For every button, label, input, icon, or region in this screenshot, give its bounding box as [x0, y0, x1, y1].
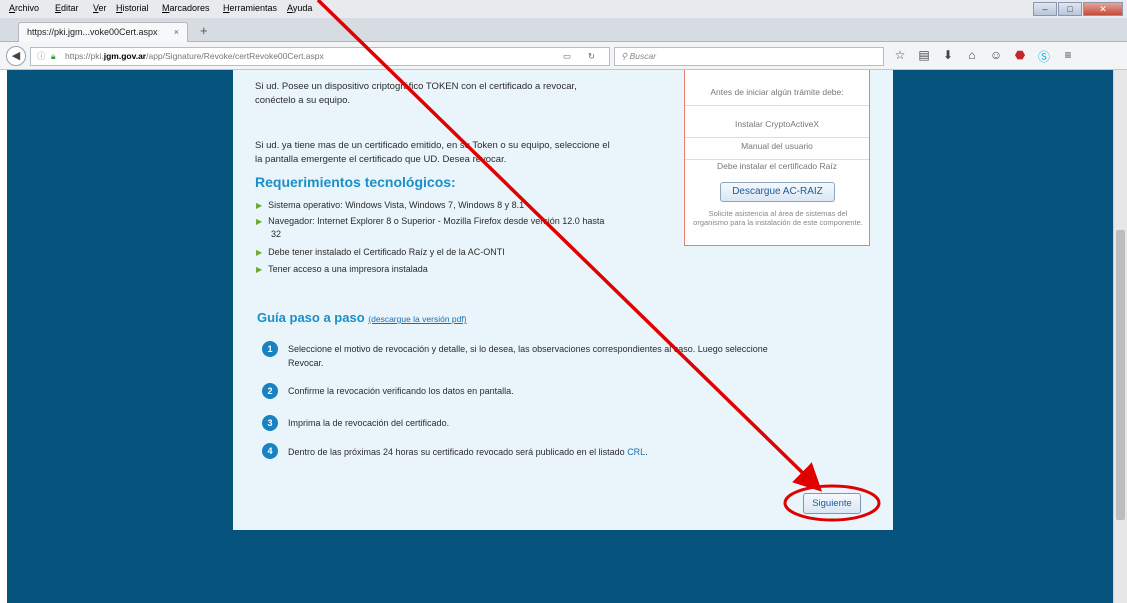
- requirement-item: ▶ Tener acceso a una impresora instalada: [256, 264, 428, 274]
- tab-bar: https://pki.jgm...voke00Cert.aspx × +: [0, 18, 1127, 43]
- intro-line-3: Si ud. ya tiene mas de un certificado em…: [255, 140, 610, 151]
- menu-archivo[interactable]: Archivo: [9, 3, 39, 13]
- install-cryptoactivex-link[interactable]: Instalar CryptoActiveX: [685, 116, 869, 138]
- step-number-icon: 4: [262, 443, 278, 459]
- info-icon[interactable]: ⓘ: [37, 48, 46, 65]
- back-arrow-icon[interactable]: ◀: [6, 46, 26, 66]
- intro-line-4: la pantalla emergente el certificado que…: [255, 154, 507, 165]
- clipboard-icon[interactable]: ▤: [912, 48, 936, 65]
- step-number-icon: 1: [262, 341, 278, 357]
- search-input[interactable]: ⚲ Buscar: [614, 47, 884, 66]
- requirement-item: ▶ Navegador: Internet Explorer 8 o Superi…: [256, 216, 605, 226]
- guide-heading: Guía paso a paso (descargue la versión p…: [257, 310, 467, 325]
- requirement-item: ▶ Debe tener instalado el Certificado Raí…: [256, 247, 505, 257]
- vertical-scrollbar[interactable]: [1113, 70, 1127, 603]
- intro-line-1: Si ud. Posee un dispositivo criptográfic…: [255, 81, 577, 92]
- new-tab-icon[interactable]: +: [200, 23, 208, 38]
- crl-link[interactable]: CRL: [627, 447, 645, 457]
- step-number-icon: 3: [262, 415, 278, 431]
- bullet-arrow-icon: ▶: [256, 201, 263, 210]
- menu-ayuda[interactable]: Ayuda: [287, 3, 312, 13]
- tab-title: https://pki.jgm...voke00Cert.aspx: [27, 27, 158, 37]
- sidebox-intro: Antes de iniciar algún trámite debe:: [685, 88, 869, 106]
- lock-icon[interactable]: 🔒︎: [51, 48, 56, 65]
- bullet-arrow-icon: ▶: [256, 248, 263, 257]
- intro-line-2: conéctelo a su equipo.: [255, 95, 351, 106]
- requirements-sidebox: Antes de iniciar algún trámite debe: Ins…: [684, 70, 870, 246]
- url-bar[interactable]: ⓘ 🔒︎ https://pki.jgm.gov.ar/app/Signatur…: [30, 47, 610, 66]
- next-button[interactable]: Siguiente: [803, 493, 861, 514]
- install-root-cert-text: Debe instalar el certificado Raíz: [716, 161, 837, 171]
- step-number-icon: 2: [262, 383, 278, 399]
- window-controls: – □ ✕: [1032, 2, 1123, 16]
- menu-ver[interactable]: Ver: [93, 3, 107, 13]
- download-icon[interactable]: ⬇: [936, 48, 960, 65]
- menu-herramientas[interactable]: Herramientas: [223, 3, 277, 13]
- assistance-note: Solicite asistencia al área de sistemas …: [693, 209, 863, 227]
- bullet-arrow-icon: ▶: [256, 265, 263, 274]
- requirement-item-continued: 32: [271, 229, 282, 239]
- step-1-text: Seleccione el motivo de revocación y det…: [288, 344, 768, 354]
- requirements-heading: Requerimientos tecnológicos:: [255, 174, 456, 190]
- download-ac-raiz-button[interactable]: Descargue AC-RAIZ: [720, 182, 835, 202]
- search-placeholder: Buscar: [629, 51, 657, 61]
- browser-tab[interactable]: https://pki.jgm...voke00Cert.aspx ×: [18, 22, 188, 43]
- search-icon: ⚲: [621, 51, 630, 61]
- step-2-text: Confirme la revocación verificando los d…: [288, 386, 514, 396]
- toolbar-icons: ☆ ▤ ⬇ ⌂ ☺ ⬣ Ⓢ ≡: [888, 48, 1080, 65]
- maximize-icon[interactable]: □: [1058, 2, 1082, 16]
- hamburger-menu-icon[interactable]: ≡: [1056, 48, 1080, 65]
- menu-bar: Archivo Editar Ver Historial Marcadores …: [0, 0, 1127, 18]
- step-4-text: Dentro de las próximas 24 horas su certi…: [288, 447, 648, 457]
- home-icon[interactable]: ⌂: [960, 48, 984, 65]
- menu-marcadores[interactable]: Marcadores: [162, 3, 210, 13]
- menu-historial[interactable]: Historial: [116, 3, 149, 13]
- tab-close-icon[interactable]: ×: [174, 23, 179, 42]
- menu-editar[interactable]: Editar: [55, 3, 79, 13]
- user-manual-link[interactable]: Manual del usuario: [685, 138, 869, 160]
- step-1-text-continued: Revocar.: [288, 358, 324, 368]
- reader-view-icon[interactable]: ▭: [563, 48, 571, 65]
- navigation-bar: ◀ ⓘ 🔒︎ https://pki.jgm.gov.ar/app/Signat…: [0, 42, 1127, 70]
- scrollbar-thumb[interactable]: [1116, 230, 1125, 520]
- skype-icon[interactable]: Ⓢ: [1032, 48, 1056, 65]
- minimize-icon[interactable]: –: [1033, 2, 1057, 16]
- bookmark-star-icon[interactable]: ☆: [888, 48, 912, 65]
- bullet-arrow-icon: ▶: [256, 217, 263, 226]
- adblock-icon[interactable]: ⬣: [1008, 48, 1032, 65]
- requirement-item: ▶ Sistema operativo: Windows Vista, Windo…: [256, 200, 525, 210]
- url-text: https://pki.jgm.gov.ar/app/Signature/Rev…: [65, 51, 324, 61]
- step-3-text: Imprima la de revocación del certificado…: [288, 418, 450, 428]
- guide-pdf-link[interactable]: (descargue la versión pdf): [368, 314, 466, 324]
- close-window-icon[interactable]: ✕: [1083, 2, 1123, 16]
- reload-icon[interactable]: ↻: [588, 48, 595, 65]
- chat-icon[interactable]: ☺: [984, 48, 1008, 65]
